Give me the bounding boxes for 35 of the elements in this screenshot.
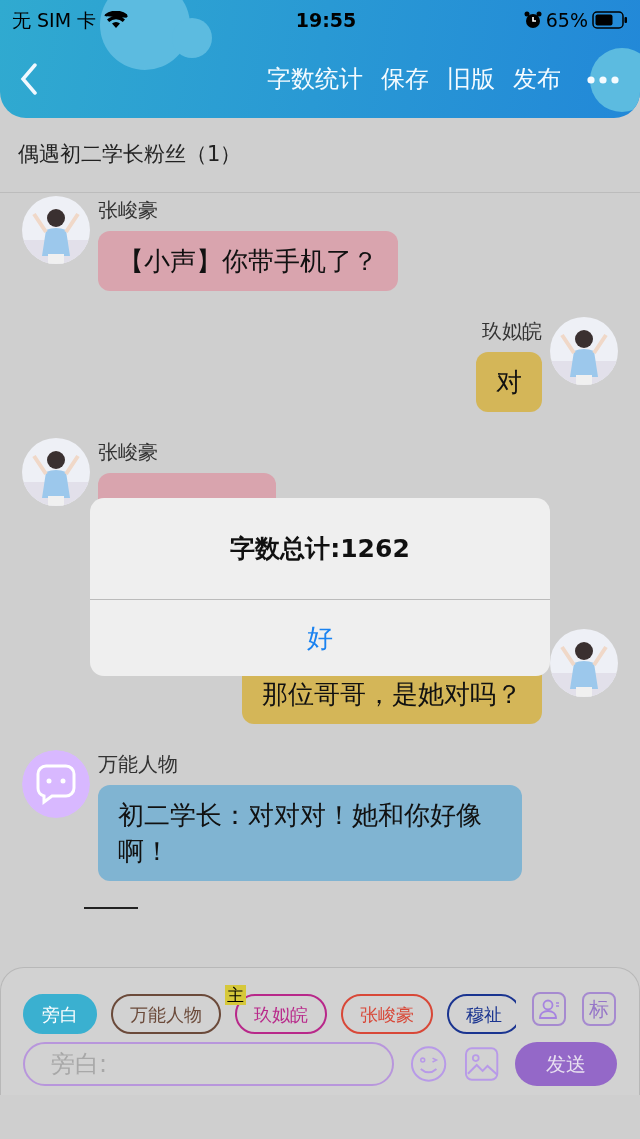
status-time: 19:55 bbox=[294, 7, 358, 33]
emoji-icon[interactable] bbox=[410, 1045, 448, 1083]
chat-title: 偶遇初二学长粉丝（1） bbox=[0, 118, 640, 193]
header-action-button[interactable]: 保存 bbox=[372, 61, 438, 97]
sender-name: 张峻豪 bbox=[98, 440, 159, 464]
sender-name: 万能人物 bbox=[98, 752, 179, 776]
message-bubble: 对 bbox=[476, 352, 542, 412]
role-chip[interactable]: 万能人物 bbox=[111, 994, 221, 1034]
message-bubble: 【小声】你带手机了？ bbox=[98, 231, 398, 291]
alarm-icon bbox=[523, 11, 542, 29]
image-icon[interactable] bbox=[463, 1046, 499, 1082]
more-icon bbox=[586, 74, 620, 85]
back-icon bbox=[20, 63, 38, 95]
role-chip[interactable]: 穆祉 bbox=[447, 994, 516, 1034]
role-card-button[interactable] bbox=[532, 992, 566, 1026]
main-role-tag: 主 bbox=[225, 985, 246, 1005]
sender-name: 玖姒皖 bbox=[482, 319, 542, 343]
battery-icon bbox=[592, 11, 628, 29]
sender-name: 张峻豪 bbox=[98, 198, 159, 222]
chat-avatar-icon bbox=[22, 750, 90, 818]
send-button[interactable]: 发送 bbox=[514, 1042, 617, 1086]
wifi-icon bbox=[104, 11, 129, 29]
tag-button[interactable]: 标 bbox=[582, 992, 616, 1026]
decorative-bubble bbox=[590, 48, 640, 112]
message-bubble: 初二学长：对对对！她和你好像啊！ bbox=[98, 785, 522, 881]
header-action-button[interactable]: 旧版 bbox=[438, 61, 504, 97]
header-action-button[interactable]: 字数统计 bbox=[258, 61, 372, 97]
battery-percent: 65% bbox=[545, 7, 588, 33]
carrier-name: 无 SIM 卡 bbox=[12, 7, 97, 33]
header-action-button[interactable]: 发布 bbox=[504, 61, 570, 97]
role-chip[interactable]: 旁白 bbox=[23, 994, 97, 1034]
alert-message: 字数总计:1262 bbox=[90, 498, 550, 600]
back-button[interactable] bbox=[20, 63, 38, 95]
person-card-icon bbox=[537, 997, 561, 1021]
role-chip[interactable]: 张峻豪 bbox=[341, 994, 433, 1034]
